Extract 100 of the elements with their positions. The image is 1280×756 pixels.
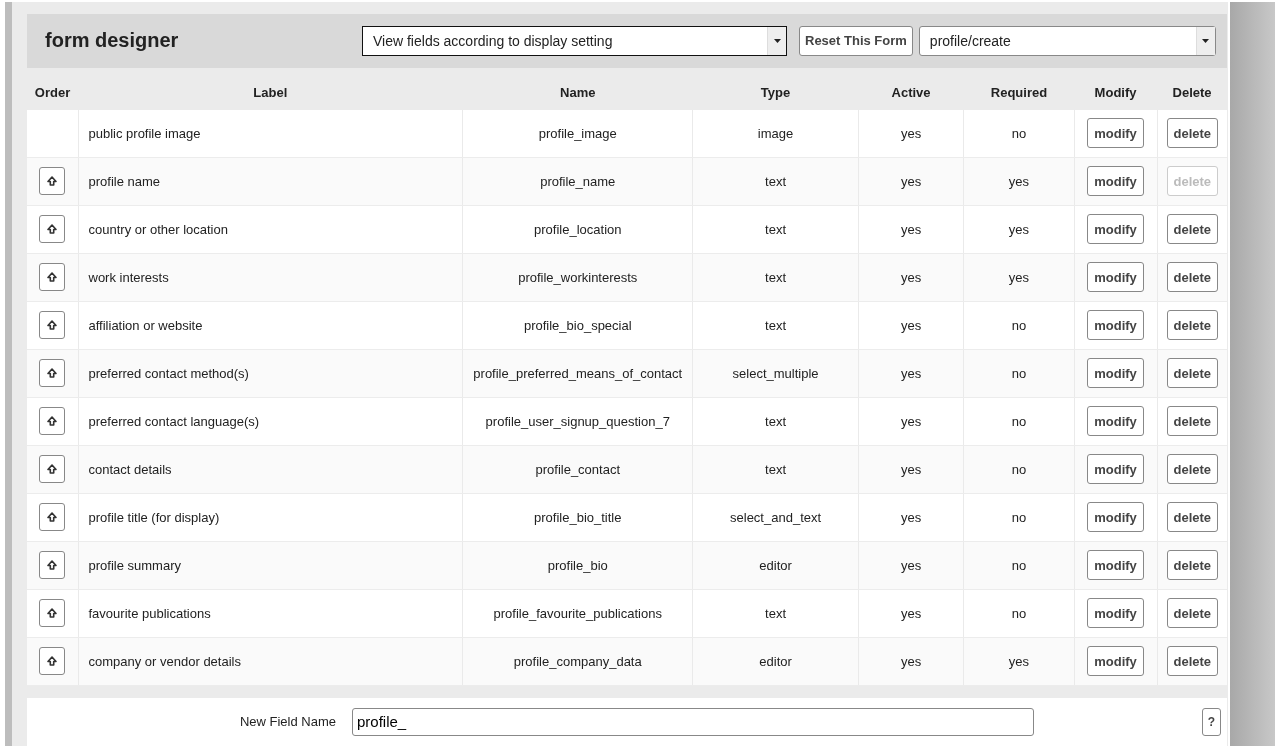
reset-form-button[interactable]: Reset This Form bbox=[799, 25, 913, 56]
table-cell: profile_preferred_means_of_contact bbox=[462, 349, 693, 398]
table-cell: profile_name bbox=[462, 157, 693, 206]
move-up-button[interactable] bbox=[39, 215, 66, 244]
table-cell: editor bbox=[692, 541, 859, 590]
table-cell: yes bbox=[963, 157, 1074, 206]
table-cell: text bbox=[692, 589, 859, 638]
arrow-up-icon bbox=[47, 560, 58, 571]
table-cell: no bbox=[963, 589, 1074, 638]
table-cell: profile_bio_title bbox=[462, 493, 693, 542]
delete-button[interactable]: delete bbox=[1166, 454, 1219, 485]
column-header: Required bbox=[963, 67, 1074, 110]
table-cell: text bbox=[692, 157, 859, 206]
modify-button[interactable]: modify bbox=[1087, 262, 1144, 293]
arrow-up-icon bbox=[47, 224, 58, 235]
new-field-name-input[interactable]: profile_ bbox=[352, 707, 1034, 736]
arrow-up-icon bbox=[47, 416, 58, 427]
delete-button[interactable]: delete bbox=[1166, 214, 1219, 245]
arrow-up-icon bbox=[47, 176, 58, 187]
delete-button[interactable]: delete bbox=[1166, 310, 1219, 341]
table-cell: yes bbox=[858, 541, 964, 590]
table-cell: yes bbox=[858, 445, 964, 494]
modify-button[interactable]: modify bbox=[1087, 550, 1144, 581]
table-cell: profile_bio_special bbox=[462, 301, 693, 350]
move-up-button[interactable] bbox=[39, 551, 66, 580]
table-cell: preferred contact method(s) bbox=[78, 349, 463, 398]
modify-button[interactable]: modify bbox=[1087, 310, 1144, 341]
table-cell: yes bbox=[858, 253, 964, 302]
move-up-button[interactable] bbox=[39, 407, 66, 436]
modify-button[interactable]: modify bbox=[1087, 166, 1144, 197]
table-cell: yes bbox=[858, 637, 964, 686]
table-cell: profile_company_data bbox=[462, 637, 693, 686]
form-select[interactable]: profile/create bbox=[918, 25, 1216, 56]
table-cell: profile name bbox=[78, 157, 463, 206]
table-cell: yes bbox=[858, 205, 964, 254]
table-cell: text bbox=[692, 205, 859, 254]
delete-button[interactable]: delete bbox=[1166, 646, 1219, 677]
table-cell: no bbox=[963, 493, 1074, 542]
table-cell: company or vendor details bbox=[78, 637, 463, 686]
table-cell: affiliation or website bbox=[78, 301, 463, 350]
table-cell: profile_workinterests bbox=[462, 253, 693, 302]
table-cell: yes bbox=[858, 157, 964, 206]
table-cell: profile title (for display) bbox=[78, 493, 463, 542]
table-cell: no bbox=[963, 349, 1074, 398]
table-cell: country or other location bbox=[78, 205, 463, 254]
column-header: Label bbox=[78, 67, 463, 110]
table-cell: image bbox=[692, 109, 859, 158]
view-select[interactable]: View fields according to display setting bbox=[362, 25, 787, 56]
table-cell: yes bbox=[963, 205, 1074, 254]
table-cell: no bbox=[963, 301, 1074, 350]
table-cell: contact details bbox=[78, 445, 463, 494]
table-cell: profile_image bbox=[462, 109, 693, 158]
delete-button[interactable]: delete bbox=[1166, 598, 1219, 629]
table-cell: yes bbox=[858, 301, 964, 350]
move-up-button[interactable] bbox=[39, 503, 66, 532]
modify-button[interactable]: modify bbox=[1087, 406, 1144, 437]
move-up-button[interactable] bbox=[39, 359, 66, 388]
modify-button[interactable]: modify bbox=[1087, 598, 1144, 629]
move-up-button[interactable] bbox=[39, 455, 66, 484]
column-header: Type bbox=[692, 67, 859, 110]
delete-button[interactable]: delete bbox=[1166, 550, 1219, 581]
modify-button[interactable]: modify bbox=[1087, 214, 1144, 245]
table-cell: yes bbox=[858, 589, 964, 638]
delete-button[interactable]: delete bbox=[1166, 502, 1219, 533]
move-up-button[interactable] bbox=[39, 311, 66, 340]
table-cell: text bbox=[692, 445, 859, 494]
field-label: New Field Name bbox=[238, 714, 336, 730]
table-cell: profile_contact bbox=[462, 445, 693, 494]
modify-button[interactable]: modify bbox=[1087, 502, 1144, 533]
modify-button[interactable]: modify bbox=[1087, 454, 1144, 485]
table-cell: work interests bbox=[78, 253, 463, 302]
table-cell: select_and_text bbox=[692, 493, 859, 542]
column-header: Order bbox=[27, 67, 78, 110]
table-cell: select_multiple bbox=[692, 349, 859, 398]
move-up-button[interactable] bbox=[39, 647, 66, 676]
modify-button[interactable]: modify bbox=[1087, 358, 1144, 389]
column-header: Name bbox=[462, 67, 693, 110]
move-up-button[interactable] bbox=[39, 263, 66, 292]
delete-button[interactable]: delete bbox=[1166, 262, 1219, 293]
delete-button[interactable]: delete bbox=[1166, 118, 1219, 149]
move-up-button[interactable] bbox=[39, 599, 66, 628]
column-header: Modify bbox=[1074, 67, 1158, 110]
scrollbar[interactable] bbox=[1230, 2, 1275, 746]
table-cell: text bbox=[692, 301, 859, 350]
table-cell: profile_favourite_publications bbox=[462, 589, 693, 638]
delete-button[interactable]: delete bbox=[1166, 406, 1219, 437]
delete-button[interactable]: delete bbox=[1166, 358, 1219, 389]
move-up-button[interactable] bbox=[39, 167, 66, 196]
help-button[interactable]: ? bbox=[1202, 707, 1221, 736]
arrow-up-icon bbox=[47, 512, 58, 523]
table-cell: profile_bio bbox=[462, 541, 693, 590]
page-title: form designer bbox=[45, 29, 180, 53]
modify-button[interactable]: modify bbox=[1087, 118, 1144, 149]
table-cell: yes bbox=[858, 109, 964, 158]
table-cell: profile summary bbox=[78, 541, 463, 590]
table-cell: no bbox=[963, 541, 1074, 590]
dropdown-caret-icon bbox=[1202, 38, 1210, 43]
modify-button[interactable]: modify bbox=[1087, 646, 1144, 677]
arrow-up-icon bbox=[47, 368, 58, 379]
table-cell: preferred contact language(s) bbox=[78, 397, 463, 446]
